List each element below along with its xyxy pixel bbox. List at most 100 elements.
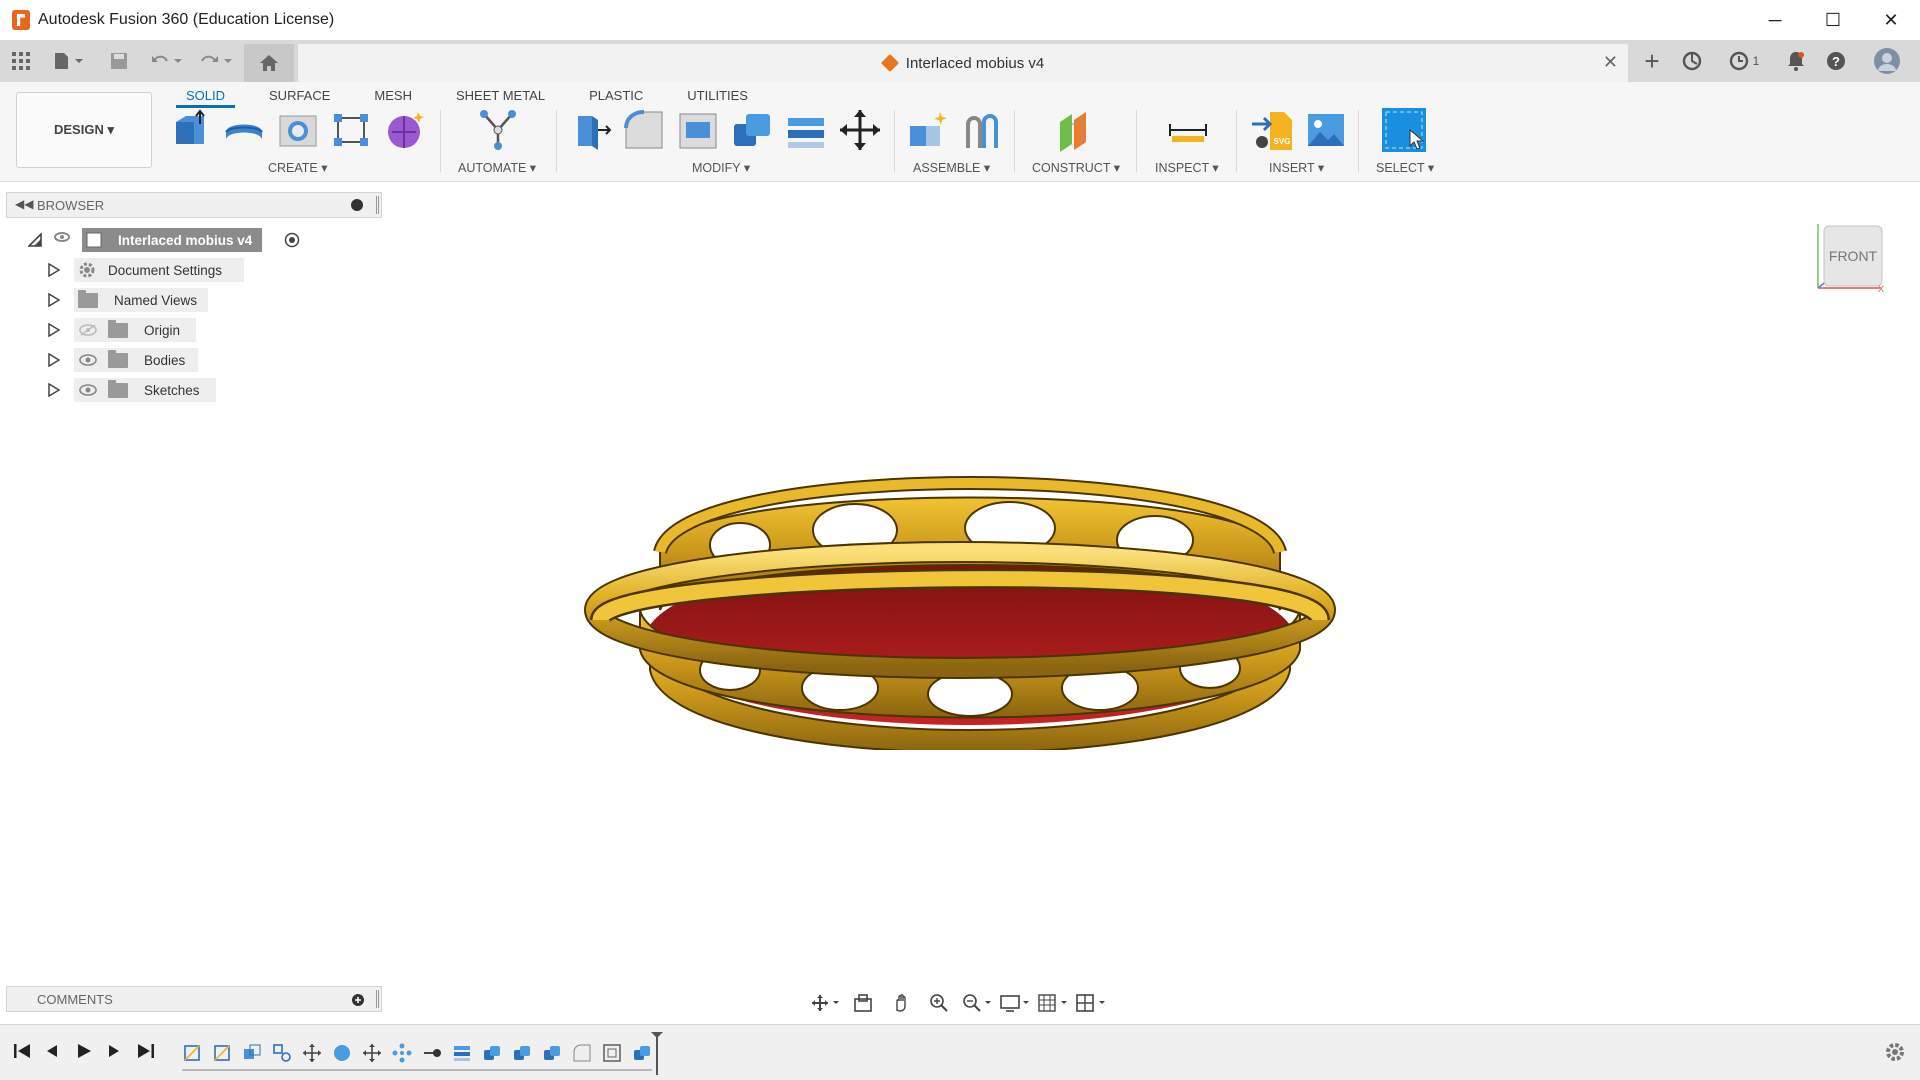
- viewports-icon[interactable]: [1076, 990, 1106, 1016]
- mobius-ring-model[interactable]: [580, 460, 1340, 750]
- timeline-sketch-icon[interactable]: [212, 1043, 232, 1063]
- pattern-icon[interactable]: [330, 108, 374, 152]
- timeline-first-icon[interactable]: [10, 1039, 34, 1063]
- look-at-icon[interactable]: [848, 990, 878, 1016]
- orbit-icon[interactable]: [810, 990, 840, 1016]
- create-group-label[interactable]: CREATE ▾: [268, 160, 328, 175]
- tree-item-bodies[interactable]: Bodies: [46, 348, 346, 372]
- tab-sheet-metal[interactable]: SHEET METAL: [446, 84, 555, 108]
- insert-canvas-icon[interactable]: [1304, 108, 1348, 152]
- timeline-offset-icon[interactable]: [242, 1043, 262, 1063]
- timeline-last-icon[interactable]: [134, 1039, 158, 1063]
- expand-triangle-icon[interactable]: [48, 263, 60, 277]
- timeline-path-icon[interactable]: [272, 1043, 292, 1063]
- timeline-combine-icon[interactable]: [632, 1043, 652, 1063]
- tab-mesh[interactable]: MESH: [364, 84, 422, 108]
- extrude-icon[interactable]: [170, 108, 214, 152]
- tab-solid[interactable]: SOLID: [176, 84, 236, 108]
- redo-icon[interactable]: [196, 40, 236, 82]
- timeline-settings-gear-icon[interactable]: [1884, 1041, 1906, 1063]
- save-icon[interactable]: [106, 40, 132, 82]
- revolve-icon[interactable]: [222, 108, 266, 152]
- browser-minimize-icon[interactable]: [351, 199, 363, 211]
- shell-icon[interactable]: [676, 108, 720, 152]
- hole-icon[interactable]: [276, 108, 320, 152]
- notifications-icon[interactable]: [1782, 40, 1810, 82]
- app-grid-icon[interactable]: [8, 40, 34, 82]
- collapse-browser-icon[interactable]: ◀◀: [15, 197, 33, 211]
- timeline-play-icon[interactable]: [72, 1039, 96, 1063]
- joint-icon[interactable]: [960, 108, 1004, 152]
- insert-svg-icon[interactable]: SVG: [1250, 108, 1294, 152]
- press-pull-icon[interactable]: [570, 108, 614, 152]
- timeline-move-icon[interactable]: [302, 1043, 322, 1063]
- expand-triangle-icon[interactable]: [48, 323, 60, 337]
- origin-item[interactable]: Origin: [74, 318, 196, 342]
- timeline-combine-icon[interactable]: [482, 1043, 502, 1063]
- automate-icon[interactable]: [476, 108, 520, 152]
- tab-surface[interactable]: SURFACE: [259, 84, 340, 108]
- expand-triangle-icon[interactable]: [48, 353, 60, 367]
- activate-radio-icon[interactable]: [284, 232, 300, 248]
- fillet-icon[interactable]: [622, 108, 666, 152]
- comments-grip-handle[interactable]: [376, 990, 379, 1008]
- document-tab[interactable]: Interlaced mobius v4 ✕: [298, 44, 1628, 82]
- maximize-button[interactable]: ☐: [1804, 0, 1862, 40]
- viewcube[interactable]: FRONT X: [1814, 222, 1884, 292]
- automate-group-label[interactable]: AUTOMATE ▾: [458, 160, 536, 175]
- timeline-marker-handle[interactable]: [650, 1031, 664, 1075]
- expand-triangle-icon[interactable]: [48, 383, 60, 397]
- insert-group-label[interactable]: INSERT ▾: [1269, 160, 1324, 175]
- sketches-item[interactable]: Sketches: [74, 378, 216, 402]
- grid-settings-icon[interactable]: [1038, 990, 1068, 1016]
- construct-group-label[interactable]: CONSTRUCT ▾: [1032, 160, 1120, 175]
- select-group-label[interactable]: SELECT ▾: [1376, 160, 1434, 175]
- expanded-triangle-icon[interactable]: [28, 233, 42, 247]
- timeline-offset-face-icon[interactable]: [452, 1043, 472, 1063]
- job-status-icon[interactable]: 1: [1720, 40, 1768, 82]
- tree-item-named-views[interactable]: Named Views: [46, 288, 346, 312]
- combine-icon[interactable]: [730, 108, 774, 152]
- user-avatar[interactable]: [1872, 40, 1902, 82]
- visibility-eye-icon[interactable]: [54, 232, 70, 242]
- add-comment-icon[interactable]: [351, 993, 365, 1007]
- named-views-item[interactable]: Named Views: [74, 288, 208, 312]
- extensions-icon[interactable]: [1678, 40, 1706, 82]
- measure-icon[interactable]: [1166, 108, 1210, 152]
- browser-grip-handle[interactable]: [376, 196, 379, 214]
- undo-icon[interactable]: [146, 40, 186, 82]
- timeline-pattern-icon[interactable]: [392, 1043, 412, 1063]
- tree-item-sketches[interactable]: Sketches: [46, 378, 346, 402]
- select-icon[interactable]: [1380, 106, 1428, 154]
- new-tab-button[interactable]: +: [1638, 40, 1666, 82]
- home-tab[interactable]: [244, 44, 294, 82]
- modify-group-label[interactable]: MODIFY ▾: [692, 160, 750, 175]
- close-window-button[interactable]: ✕: [1862, 0, 1920, 40]
- tree-item-origin[interactable]: Origin: [46, 318, 346, 342]
- timeline-combine-icon[interactable]: [512, 1043, 532, 1063]
- create-form-icon[interactable]: [384, 108, 428, 152]
- tab-utilities[interactable]: UTILITIES: [677, 84, 758, 108]
- hidden-eye-icon[interactable]: [78, 323, 98, 337]
- pan-hand-icon[interactable]: [886, 990, 916, 1016]
- tree-item-document-settings[interactable]: Document Settings: [46, 258, 346, 282]
- timeline-sphere-icon[interactable]: [332, 1043, 352, 1063]
- timeline-sweep-icon[interactable]: [422, 1043, 442, 1063]
- timeline-previous-icon[interactable]: [40, 1039, 64, 1063]
- timeline-next-icon[interactable]: [102, 1039, 126, 1063]
- minimize-button[interactable]: ─: [1746, 0, 1804, 40]
- assemble-group-label[interactable]: ASSEMBLE ▾: [913, 160, 990, 175]
- timeline-move-icon[interactable]: [362, 1043, 382, 1063]
- expand-triangle-icon[interactable]: [48, 293, 60, 307]
- offset-plane-icon[interactable]: [1054, 108, 1098, 152]
- tree-root-item[interactable]: Interlaced mobius v4: [82, 228, 263, 252]
- workspace-design-dropdown[interactable]: DESIGN ▾: [16, 92, 152, 168]
- offset-face-icon[interactable]: [784, 108, 828, 152]
- visibility-eye-icon[interactable]: [78, 383, 98, 397]
- file-menu-icon[interactable]: [48, 40, 88, 82]
- help-icon[interactable]: ?: [1822, 40, 1850, 82]
- display-settings-icon[interactable]: [1000, 990, 1030, 1016]
- timeline-fillet-icon[interactable]: [572, 1043, 592, 1063]
- timeline-shell-icon[interactable]: [602, 1043, 622, 1063]
- document-settings-item[interactable]: Document Settings: [74, 258, 244, 282]
